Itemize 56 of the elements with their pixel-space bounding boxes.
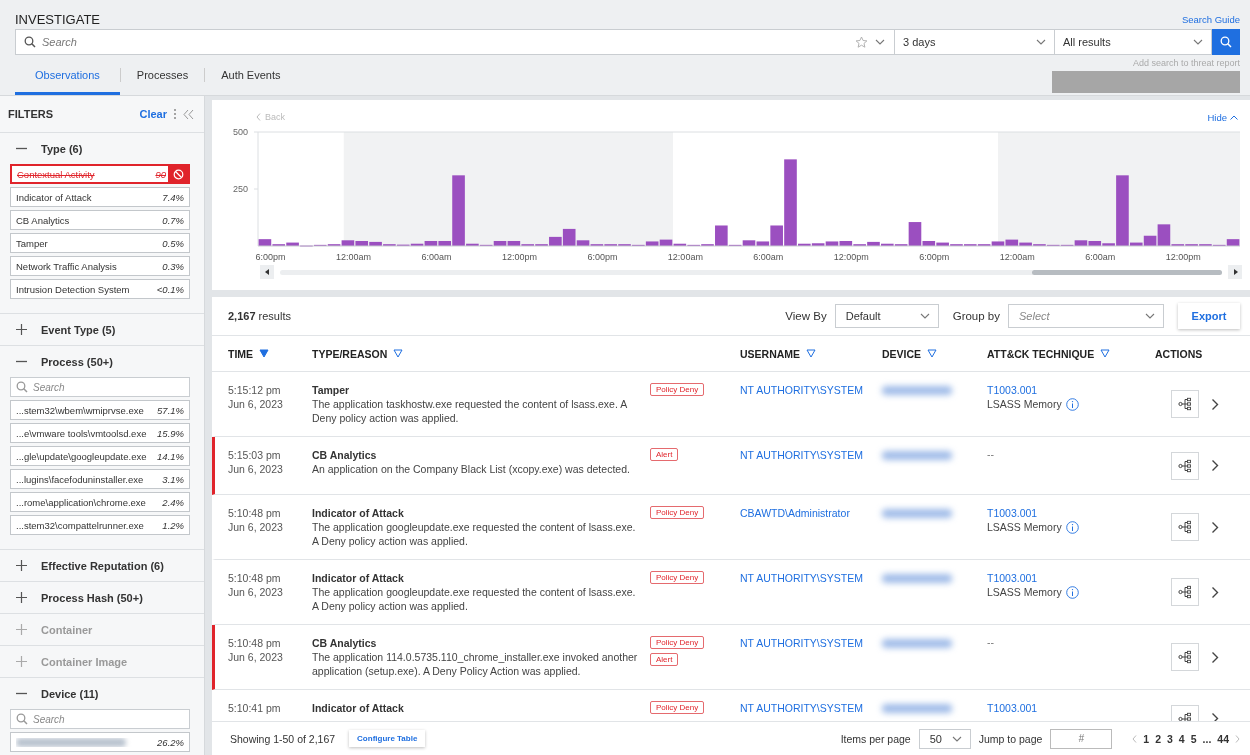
event-type: CB Analytics — [312, 448, 378, 462]
event-reason: An application on the Company Black List (xcopy.exe) was detected. — [312, 462, 631, 476]
time-cell-text: 5:15:12 pm — [228, 383, 282, 397]
event-type: Indicator of Attack — [312, 571, 405, 585]
time-cell-text: 5:10:48 pm — [228, 636, 282, 650]
event-type: Tamper — [312, 383, 351, 397]
status-tag: Alert — [650, 448, 679, 461]
event-reason: The application 114.0.5735.110_chrome_installer.exe invoked another application (setup.exe). A Deny Policy Action was applied. — [312, 650, 639, 678]
status-tag: Policy Deny — [650, 701, 705, 714]
axis-label: 12:00am — [335, 252, 371, 262]
time-cell-text: 5:10:41 pm — [228, 701, 282, 715]
time-cell-text: 5:10:48 pm — [228, 571, 282, 585]
event-type: Indicator of Attack — [312, 506, 405, 520]
event-type: Indicator of Attack — [312, 701, 405, 715]
jump-to-page-label: Jump to page — [978, 732, 1043, 745]
technique-name: LSASS Memory — [987, 520, 1062, 534]
event-reason: The application googleupdate.exe requested the content of lsass.exe. A Deny policy action was applied. — [312, 520, 637, 548]
axis-label: 12:00pm — [1165, 252, 1201, 262]
axis-label: 12:00am — [667, 252, 703, 262]
axis-label: 6:00pm — [255, 252, 286, 262]
status-tag: Policy Deny — [650, 571, 705, 584]
date-cell-text: Jun 6, 2023 — [228, 397, 284, 411]
event-type: CB Analytics — [312, 636, 378, 650]
empty-value: -- — [987, 636, 994, 648]
axis-label: 12:00pm — [833, 252, 869, 262]
results-count: 2,167 results — [228, 310, 292, 322]
technique-name: LSASS Memory — [987, 585, 1062, 599]
axis-label: 12:00pm — [501, 252, 537, 262]
time-cell-text: 5:10:48 pm — [228, 506, 282, 520]
technique-name: LSASS Memory — [987, 397, 1062, 411]
showing-text: Showing 1-50 of 2,167 — [230, 732, 336, 745]
status-tag: Policy Deny — [650, 636, 705, 649]
date-cell-text: Jun 6, 2023 — [228, 462, 284, 476]
page-title: INVESTIGATE — [15, 12, 100, 27]
axis-label: 6:00am — [753, 252, 784, 262]
date-cell-text: Jun 6, 2023 — [228, 650, 284, 664]
axis-label: 12:00am — [999, 252, 1035, 262]
axis-label: 250 — [232, 184, 248, 194]
view-by-label: View By — [785, 310, 827, 322]
status-tag: Policy Deny — [650, 506, 705, 519]
filters-title: FILTERS — [8, 108, 54, 120]
empty-value: -- — [987, 448, 994, 460]
axis-label: 6:00am — [1085, 252, 1116, 262]
axis-label: 500 — [232, 127, 248, 137]
time-cell-text: 5:15:03 pm — [228, 448, 282, 462]
axis-label: 6:00pm — [919, 252, 950, 262]
event-reason: The application taskhostw.exe requested the content of lsass.exe. A Deny policy action was applied. — [312, 397, 628, 425]
items-per-page-label: Items per page — [840, 732, 911, 745]
event-reason: The application googleupdate.exe requested the content of lsass.exe. A Deny policy action was applied. — [312, 585, 637, 613]
status-tag: Policy Deny — [650, 383, 705, 396]
date-cell-text: Jun 6, 2023 — [228, 585, 284, 599]
axis-label: 6:00am — [421, 252, 452, 262]
group-by-label: Group by — [952, 310, 1000, 322]
axis-label: 6:00pm — [587, 252, 618, 262]
status-tag: Alert — [650, 653, 679, 666]
date-cell-text: Jun 6, 2023 — [228, 520, 284, 534]
